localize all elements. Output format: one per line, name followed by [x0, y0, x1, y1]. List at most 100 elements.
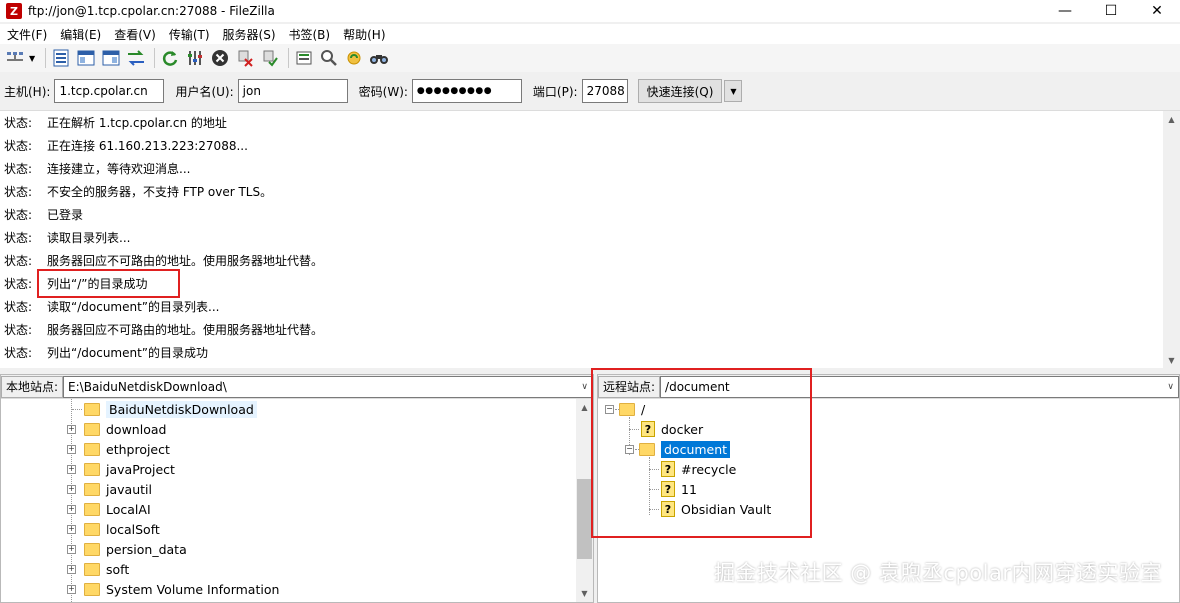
menu-bookmarks[interactable]: 书签(B)	[282, 26, 337, 43]
tree-item[interactable]: + ethproject	[67, 439, 170, 459]
menu-help[interactable]: 帮助(H)	[336, 26, 391, 43]
expand-icon[interactable]: +	[67, 524, 76, 534]
menu-transfer[interactable]: 传输(T)	[162, 26, 216, 43]
tree-item-label: soft	[106, 561, 130, 577]
log-type: 状态:	[4, 116, 33, 130]
log-line: 状态: 不安全的服务器，不支持 FTP over TLS。	[4, 180, 272, 203]
toggle-remote-tree-icon[interactable]	[100, 47, 122, 69]
message-log[interactable]: 状态: 正在解析 1.tcp.cpolar.cn 的地址 状态: 正在连接 61.1…	[0, 110, 1180, 369]
transfer-queue-icon[interactable]	[125, 47, 147, 69]
filter-icon[interactable]	[184, 47, 206, 69]
window-title: ftp://jon@1.tcp.cpolar.cn:27088 - FileZi…	[28, 4, 275, 18]
folder-icon	[84, 562, 100, 576]
log-line: 状态: 读取“/document”的目录列表...	[4, 295, 219, 318]
scroll-down-icon[interactable]: ▼	[576, 585, 593, 602]
tree-item[interactable]: + download	[67, 419, 166, 439]
cancel-icon[interactable]	[209, 47, 231, 69]
scroll-thumb[interactable]	[577, 479, 592, 559]
tree-item[interactable]: + localSoft	[67, 519, 160, 539]
reconnect-icon[interactable]	[259, 47, 281, 69]
highlight-annotation	[37, 269, 180, 298]
expand-icon[interactable]: +	[67, 504, 76, 514]
tree-item[interactable]: + soft	[67, 559, 129, 579]
close-button[interactable]: ✕	[1134, 0, 1180, 22]
log-message: 连接建立，等待欢迎消息...	[47, 162, 191, 176]
expand-icon[interactable]: +	[67, 584, 76, 594]
expand-icon[interactable]: +	[67, 484, 76, 494]
scroll-down-icon[interactable]: ▼	[1163, 352, 1180, 369]
folder-icon	[84, 542, 100, 556]
tree-item-label: LocalAI	[106, 501, 151, 517]
username-input[interactable]: jon	[237, 79, 348, 103]
tree-item[interactable]: + javaProject	[67, 459, 175, 479]
toggle-local-tree-icon[interactable]	[75, 47, 97, 69]
quickconnect-dropdown-icon[interactable]: ▼	[724, 80, 743, 102]
local-path-input[interactable]: E:\BaiduNetdiskDownload\ ∨	[63, 375, 593, 398]
log-type: 状态:	[4, 346, 33, 360]
expand-icon[interactable]: +	[67, 564, 76, 574]
host-label: 主机(H):	[4, 84, 51, 99]
host-input[interactable]: 1.tcp.cpolar.cn	[54, 79, 165, 103]
tree-item[interactable]: + javautil	[67, 479, 152, 499]
directory-listing-filters-icon[interactable]	[293, 47, 315, 69]
log-type: 状态:	[4, 323, 33, 337]
log-message: 服务器回应不可路由的地址。使用服务器地址代替。	[47, 323, 324, 337]
log-line: 状态: 正在解析 1.tcp.cpolar.cn 的地址	[4, 111, 227, 134]
password-input[interactable]: ●●●●●●●●●	[411, 79, 522, 103]
log-message: 列出“/document”的目录成功	[47, 346, 209, 360]
menu-edit[interactable]: 编辑(E)	[53, 26, 107, 43]
expand-icon[interactable]: +	[67, 424, 76, 434]
site-manager-dropdown-icon[interactable]: ▼	[29, 54, 35, 63]
chevron-down-icon[interactable]: ∨	[1167, 382, 1174, 392]
refresh-icon[interactable]	[159, 47, 181, 69]
quickconnect-button[interactable]: 快速连接(Q)	[637, 79, 723, 103]
port-label: 端口(P):	[532, 84, 578, 99]
search-remote-icon[interactable]	[318, 47, 340, 69]
log-message: 不安全的服务器，不支持 FTP over TLS。	[47, 185, 273, 199]
tree-item[interactable]: BaiduNetdiskDownload	[67, 399, 257, 419]
maximize-button[interactable]: ☐	[1088, 0, 1134, 22]
menu-file[interactable]: 文件(F)	[0, 26, 53, 43]
site-manager-icon[interactable]	[4, 47, 26, 69]
toolbar-separator	[45, 48, 47, 68]
disconnect-icon[interactable]	[234, 47, 256, 69]
log-message: 读取“/document”的目录列表...	[47, 300, 220, 314]
tree-item[interactable]: + persion_data	[67, 539, 187, 559]
port-input[interactable]: 27088	[581, 79, 628, 103]
log-message: 读取目录列表...	[47, 231, 131, 245]
local-tree[interactable]: BaiduNetdiskDownload + download + ethpro…	[1, 399, 593, 602]
chevron-down-icon[interactable]: ∨	[581, 382, 588, 392]
password-label: 密码(W):	[358, 84, 408, 99]
sync-browsing-icon[interactable]	[343, 47, 365, 69]
local-path-text: E:\BaiduNetdiskDownload\	[68, 379, 227, 394]
expand-icon[interactable]: +	[67, 464, 76, 474]
menu-bar: 文件(F) 编辑(E) 查看(V) 传输(T) 服务器(S) 书签(B) 帮助(…	[0, 24, 1180, 44]
log-type: 状态:	[4, 300, 33, 314]
tree-item[interactable]: + LocalAI	[67, 499, 151, 519]
menu-server[interactable]: 服务器(S)	[216, 26, 282, 43]
folder-icon	[84, 582, 100, 596]
watermark: 掘金技术社区 @ 袁煦丞cpolar内网穿透实验室	[714, 561, 1162, 585]
folder-icon	[84, 442, 100, 456]
tree-item-label: BaiduNetdiskDownload	[106, 400, 257, 418]
tree-item-label: ethproject	[106, 441, 170, 457]
tree-item-label: System Volume Information	[106, 581, 280, 597]
title-bar: Z ftp://jon@1.tcp.cpolar.cn:27088 - File…	[0, 0, 1180, 22]
folder-icon	[84, 482, 100, 496]
username-label: 用户名(U):	[175, 84, 234, 99]
toggle-log-icon[interactable]	[50, 47, 72, 69]
find-files-icon[interactable]	[368, 47, 390, 69]
folder-icon	[84, 502, 100, 516]
log-scrollbar[interactable]: ▲ ▼	[1163, 111, 1180, 369]
scroll-up-icon[interactable]: ▲	[1163, 111, 1180, 128]
log-line: 状态: 列出“/document”的目录成功	[4, 341, 208, 364]
expand-icon[interactable]: +	[67, 544, 76, 554]
menu-view[interactable]: 查看(V)	[107, 26, 162, 43]
tree-item-label: localSoft	[106, 521, 160, 537]
tree-item[interactable]: + System Volume Information	[67, 579, 279, 599]
expand-icon[interactable]: +	[67, 444, 76, 454]
log-type: 状态:	[4, 162, 33, 176]
tree-item-label: persion_data	[106, 541, 187, 557]
log-line: 状态: 服务器回应不可路由的地址。使用服务器地址代替。	[4, 318, 323, 341]
minimize-button[interactable]: —	[1042, 0, 1088, 22]
